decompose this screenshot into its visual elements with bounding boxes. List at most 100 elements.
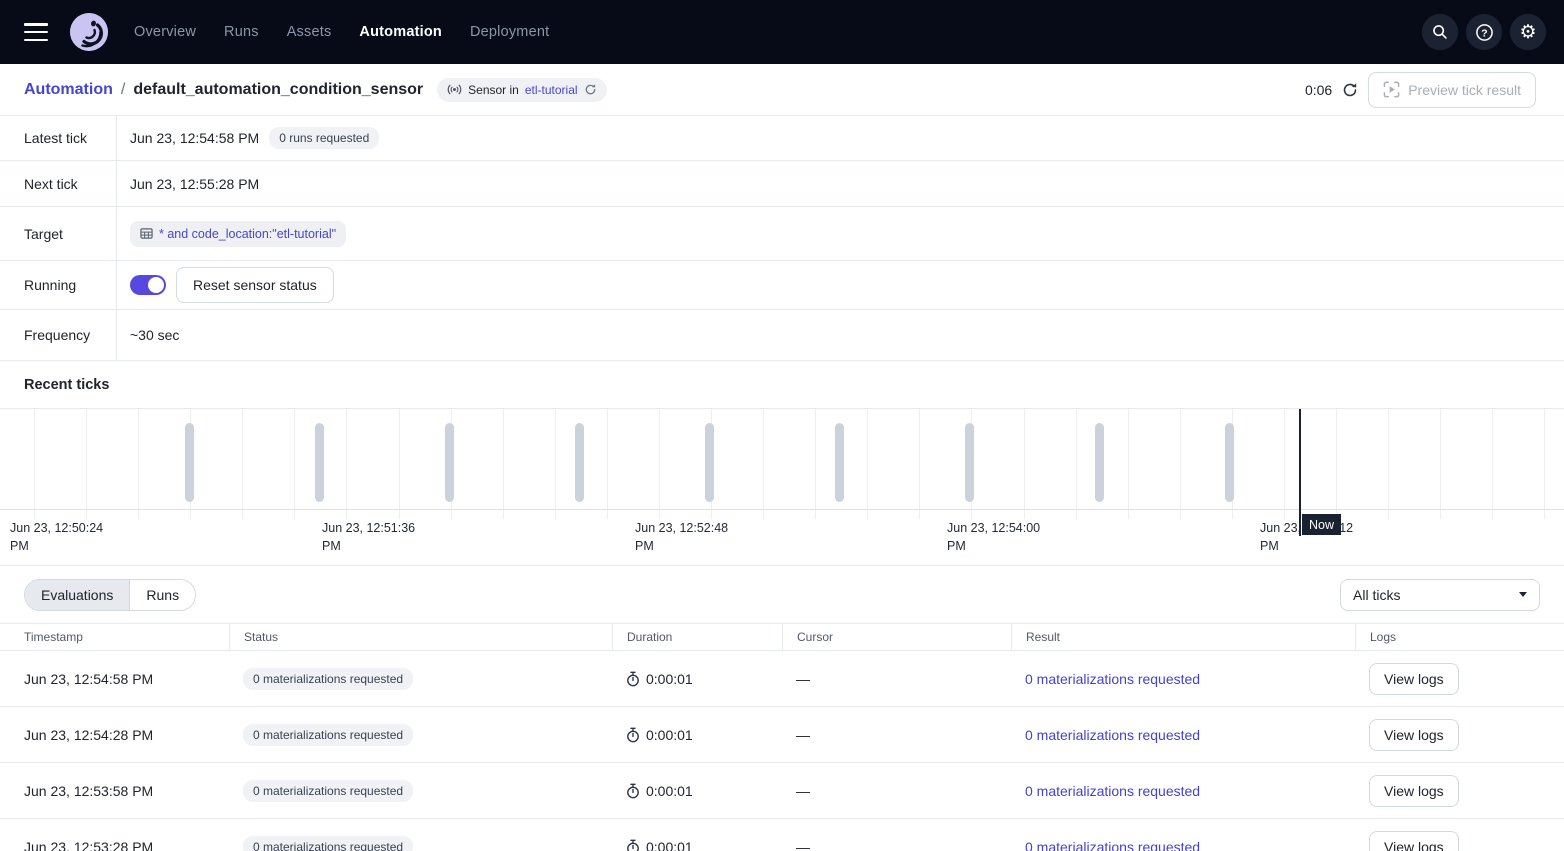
cell-cursor: —: [782, 763, 1011, 818]
result-link[interactable]: 0 materializations requested: [1025, 839, 1200, 851]
frequency-label: Frequency: [0, 310, 117, 360]
tab-evaluations[interactable]: Evaluations: [25, 580, 130, 610]
dagster-logo[interactable]: [70, 13, 108, 51]
running-label: Running: [0, 261, 117, 309]
timeline-gridline: [815, 409, 816, 519]
latest-tick-label: Latest tick: [0, 116, 117, 160]
view-logs-button[interactable]: View logs: [1369, 719, 1459, 751]
search-icon: [1431, 23, 1449, 41]
nav-menu: Overview Runs Assets Automation Deployme…: [134, 24, 549, 40]
tab-runs[interactable]: Runs: [130, 580, 195, 610]
timeline-gridline: [1076, 409, 1077, 519]
col-cursor: Cursor: [782, 624, 1011, 650]
reload-location-icon[interactable]: [584, 83, 597, 96]
refresh-icon[interactable]: [1342, 82, 1358, 98]
cell-duration: 0:00:01: [646, 783, 693, 799]
col-result: Result: [1011, 624, 1355, 650]
cell-cursor: —: [782, 707, 1011, 762]
sensor-badge-label: Sensor in: [468, 83, 519, 97]
tick-bar[interactable]: [835, 423, 844, 502]
tick-filter-select[interactable]: All ticks: [1340, 579, 1540, 611]
timeline-axis: [0, 509, 1564, 510]
hamburger-menu-icon[interactable]: [24, 23, 48, 41]
page-header: Automation / default_automation_conditio…: [0, 64, 1564, 116]
timeline-gridline: [346, 409, 347, 519]
settings-button[interactable]: ⚙: [1510, 14, 1546, 50]
result-link[interactable]: 0 materializations requested: [1025, 783, 1200, 799]
table-row: Jun 23, 12:54:28 PM 0 materializations r…: [0, 707, 1564, 763]
status-badge: 0 materializations requested: [243, 836, 413, 851]
tick-bar[interactable]: [1225, 423, 1234, 502]
asset-grid-icon: [140, 227, 153, 240]
timeline-gridline: [1024, 409, 1025, 519]
tick-bar[interactable]: [315, 423, 324, 502]
nav-item-assets[interactable]: Assets: [287, 24, 332, 40]
svg-text:?: ?: [1481, 28, 1487, 39]
result-link[interactable]: 0 materializations requested: [1025, 671, 1200, 687]
timeline-gridline: [34, 409, 35, 519]
stopwatch-icon: [626, 727, 640, 743]
breadcrumb-separator: /: [121, 81, 125, 99]
timeline-gridline: [867, 409, 868, 519]
preview-play-icon: [1383, 81, 1400, 98]
timeline-gridline: [763, 409, 764, 519]
timeline-gridline: [1440, 409, 1441, 519]
refresh-countdown: 0:06: [1305, 82, 1332, 98]
breadcrumb-automation-link[interactable]: Automation: [24, 81, 113, 99]
timeline-gridline: [503, 409, 504, 519]
dagster-app: Overview Runs Assets Automation Deployme…: [0, 0, 1564, 851]
result-link[interactable]: 0 materializations requested: [1025, 727, 1200, 743]
sensor-location-badge: Sensor in etl-tutorial: [437, 78, 606, 102]
tick-bar[interactable]: [445, 423, 454, 502]
timeline-gridline: [294, 409, 295, 519]
next-tick-row: Next tick Jun 23, 12:55:28 PM: [0, 161, 1564, 207]
timeline-gridline: [1544, 409, 1545, 519]
nav-item-deployment[interactable]: Deployment: [470, 24, 549, 40]
dagster-octopus-icon: [70, 13, 108, 51]
sensor-icon: [447, 84, 462, 95]
cell-cursor: —: [782, 651, 1011, 706]
view-logs-button[interactable]: View logs: [1369, 775, 1459, 807]
reset-sensor-status-button[interactable]: Reset sensor status: [176, 267, 334, 303]
timeline-gridline: [242, 409, 243, 519]
help-button[interactable]: ?: [1466, 14, 1502, 50]
nav-item-runs[interactable]: Runs: [224, 24, 259, 40]
tick-bar[interactable]: [705, 423, 714, 502]
nav-item-overview[interactable]: Overview: [134, 24, 196, 40]
timeline-gridline: [919, 409, 920, 519]
tick-bar[interactable]: [575, 423, 584, 502]
nav-item-automation[interactable]: Automation: [359, 24, 442, 40]
code-location-link[interactable]: etl-tutorial: [525, 83, 578, 97]
preview-tick-result-button[interactable]: Preview tick result: [1368, 72, 1536, 108]
now-marker-line: [1299, 409, 1301, 536]
stopwatch-icon: [626, 839, 640, 851]
running-toggle[interactable]: [130, 275, 166, 295]
view-logs-button[interactable]: View logs: [1369, 663, 1459, 695]
status-badge: 0 materializations requested: [243, 668, 413, 690]
timeline-gridline: [1492, 409, 1493, 519]
view-logs-button[interactable]: View logs: [1369, 831, 1459, 851]
tick-filter-value: All ticks: [1353, 587, 1400, 603]
evaluations-table-header: Timestamp Status Duration Cursor Result …: [0, 623, 1564, 651]
evaluations-toolbar: Evaluations Runs All ticks: [0, 565, 1564, 623]
timeline-gridline: [1388, 409, 1389, 519]
tick-bar[interactable]: [1095, 423, 1104, 502]
tick-bar[interactable]: [965, 423, 974, 502]
cell-cursor: —: [782, 819, 1011, 851]
cell-timestamp: Jun 23, 12:53:58 PM: [0, 763, 229, 818]
top-nav: Overview Runs Assets Automation Deployme…: [0, 0, 1564, 64]
axis-label: Jun 23, 12:52:48 PM: [635, 519, 747, 555]
running-row: Running Reset sensor status: [0, 261, 1564, 310]
timeline-gridline: [138, 409, 139, 519]
timeline-gridline: [1284, 409, 1285, 519]
cell-duration: 0:00:01: [646, 839, 693, 851]
gear-icon: ⚙: [1519, 23, 1536, 42]
tick-bar[interactable]: [185, 423, 194, 502]
target-selection-text: * and code_location:"etl-tutorial": [159, 227, 336, 241]
target-selection-chip[interactable]: * and code_location:"etl-tutorial": [130, 221, 346, 247]
col-status: Status: [229, 624, 612, 650]
timeline-gridline: [1336, 409, 1337, 519]
search-button[interactable]: [1422, 14, 1458, 50]
timeline-gridline: [1180, 409, 1181, 519]
cell-timestamp: Jun 23, 12:54:28 PM: [0, 707, 229, 762]
